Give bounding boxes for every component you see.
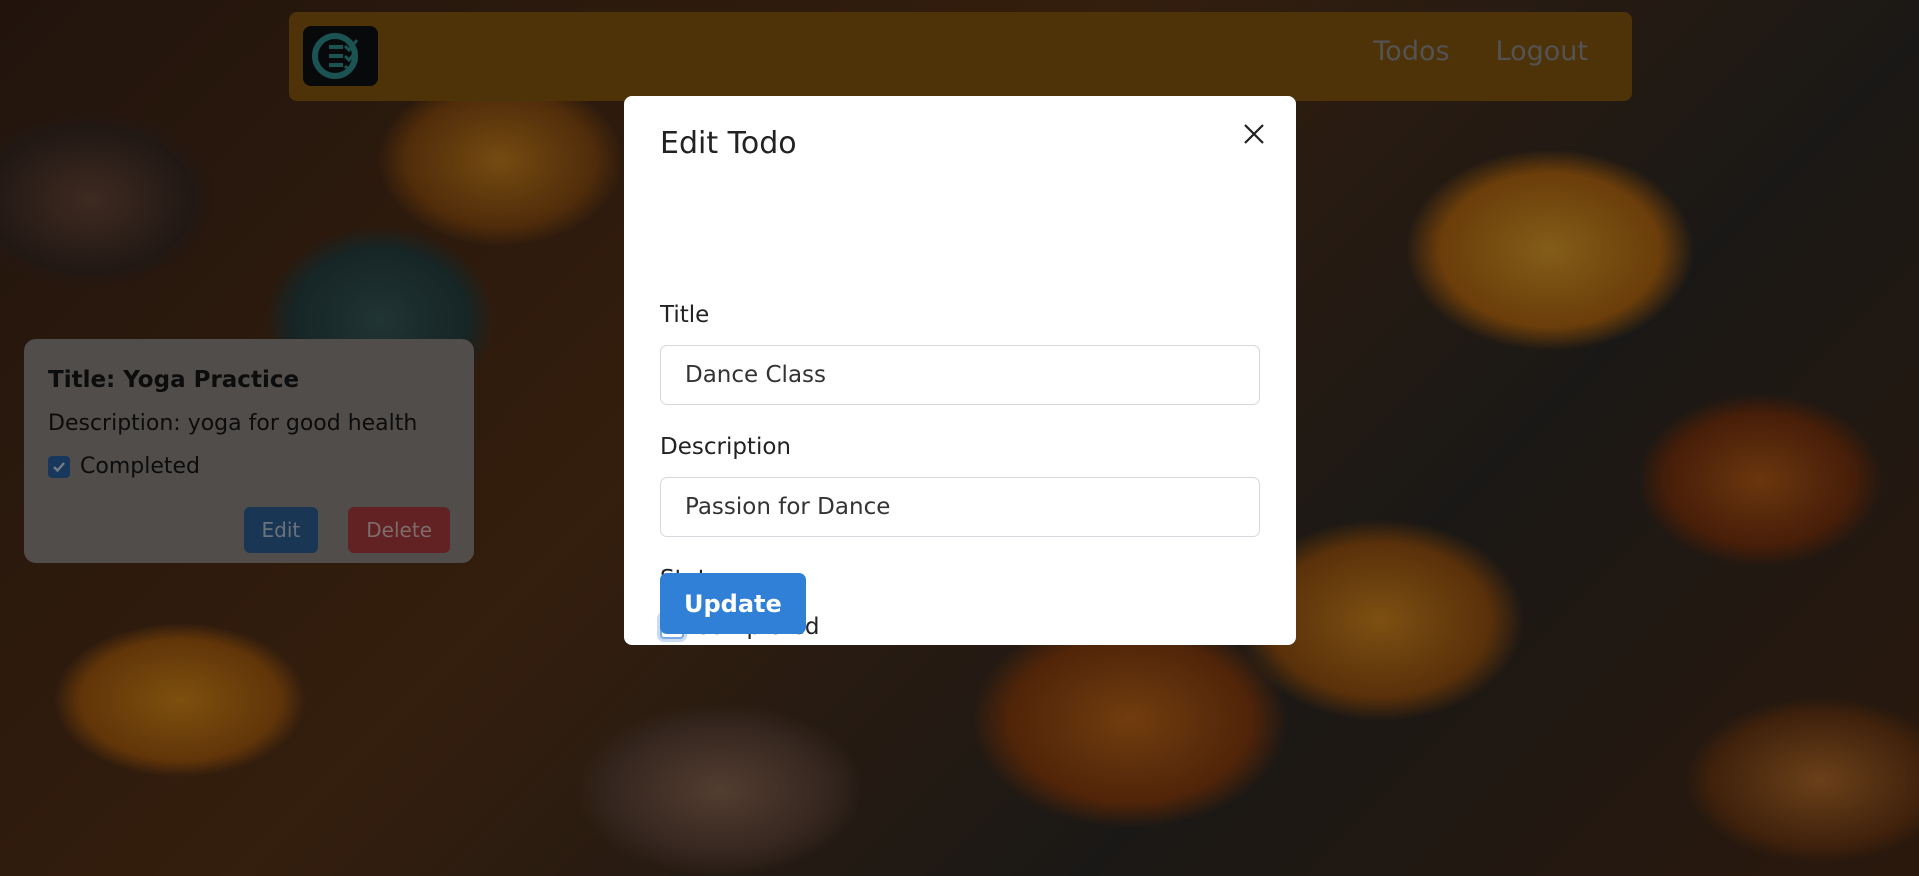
update-button[interactable]: Update xyxy=(660,573,806,634)
close-icon xyxy=(1244,124,1264,144)
modal-title: Edit Todo xyxy=(660,126,797,161)
description-input[interactable] xyxy=(660,477,1260,537)
edit-todo-modal: Edit Todo Title Description Status Compl… xyxy=(624,96,1296,645)
title-label: Title xyxy=(660,302,710,328)
description-label: Description xyxy=(660,434,791,460)
close-button[interactable] xyxy=(1238,118,1270,150)
title-input[interactable] xyxy=(660,345,1260,405)
